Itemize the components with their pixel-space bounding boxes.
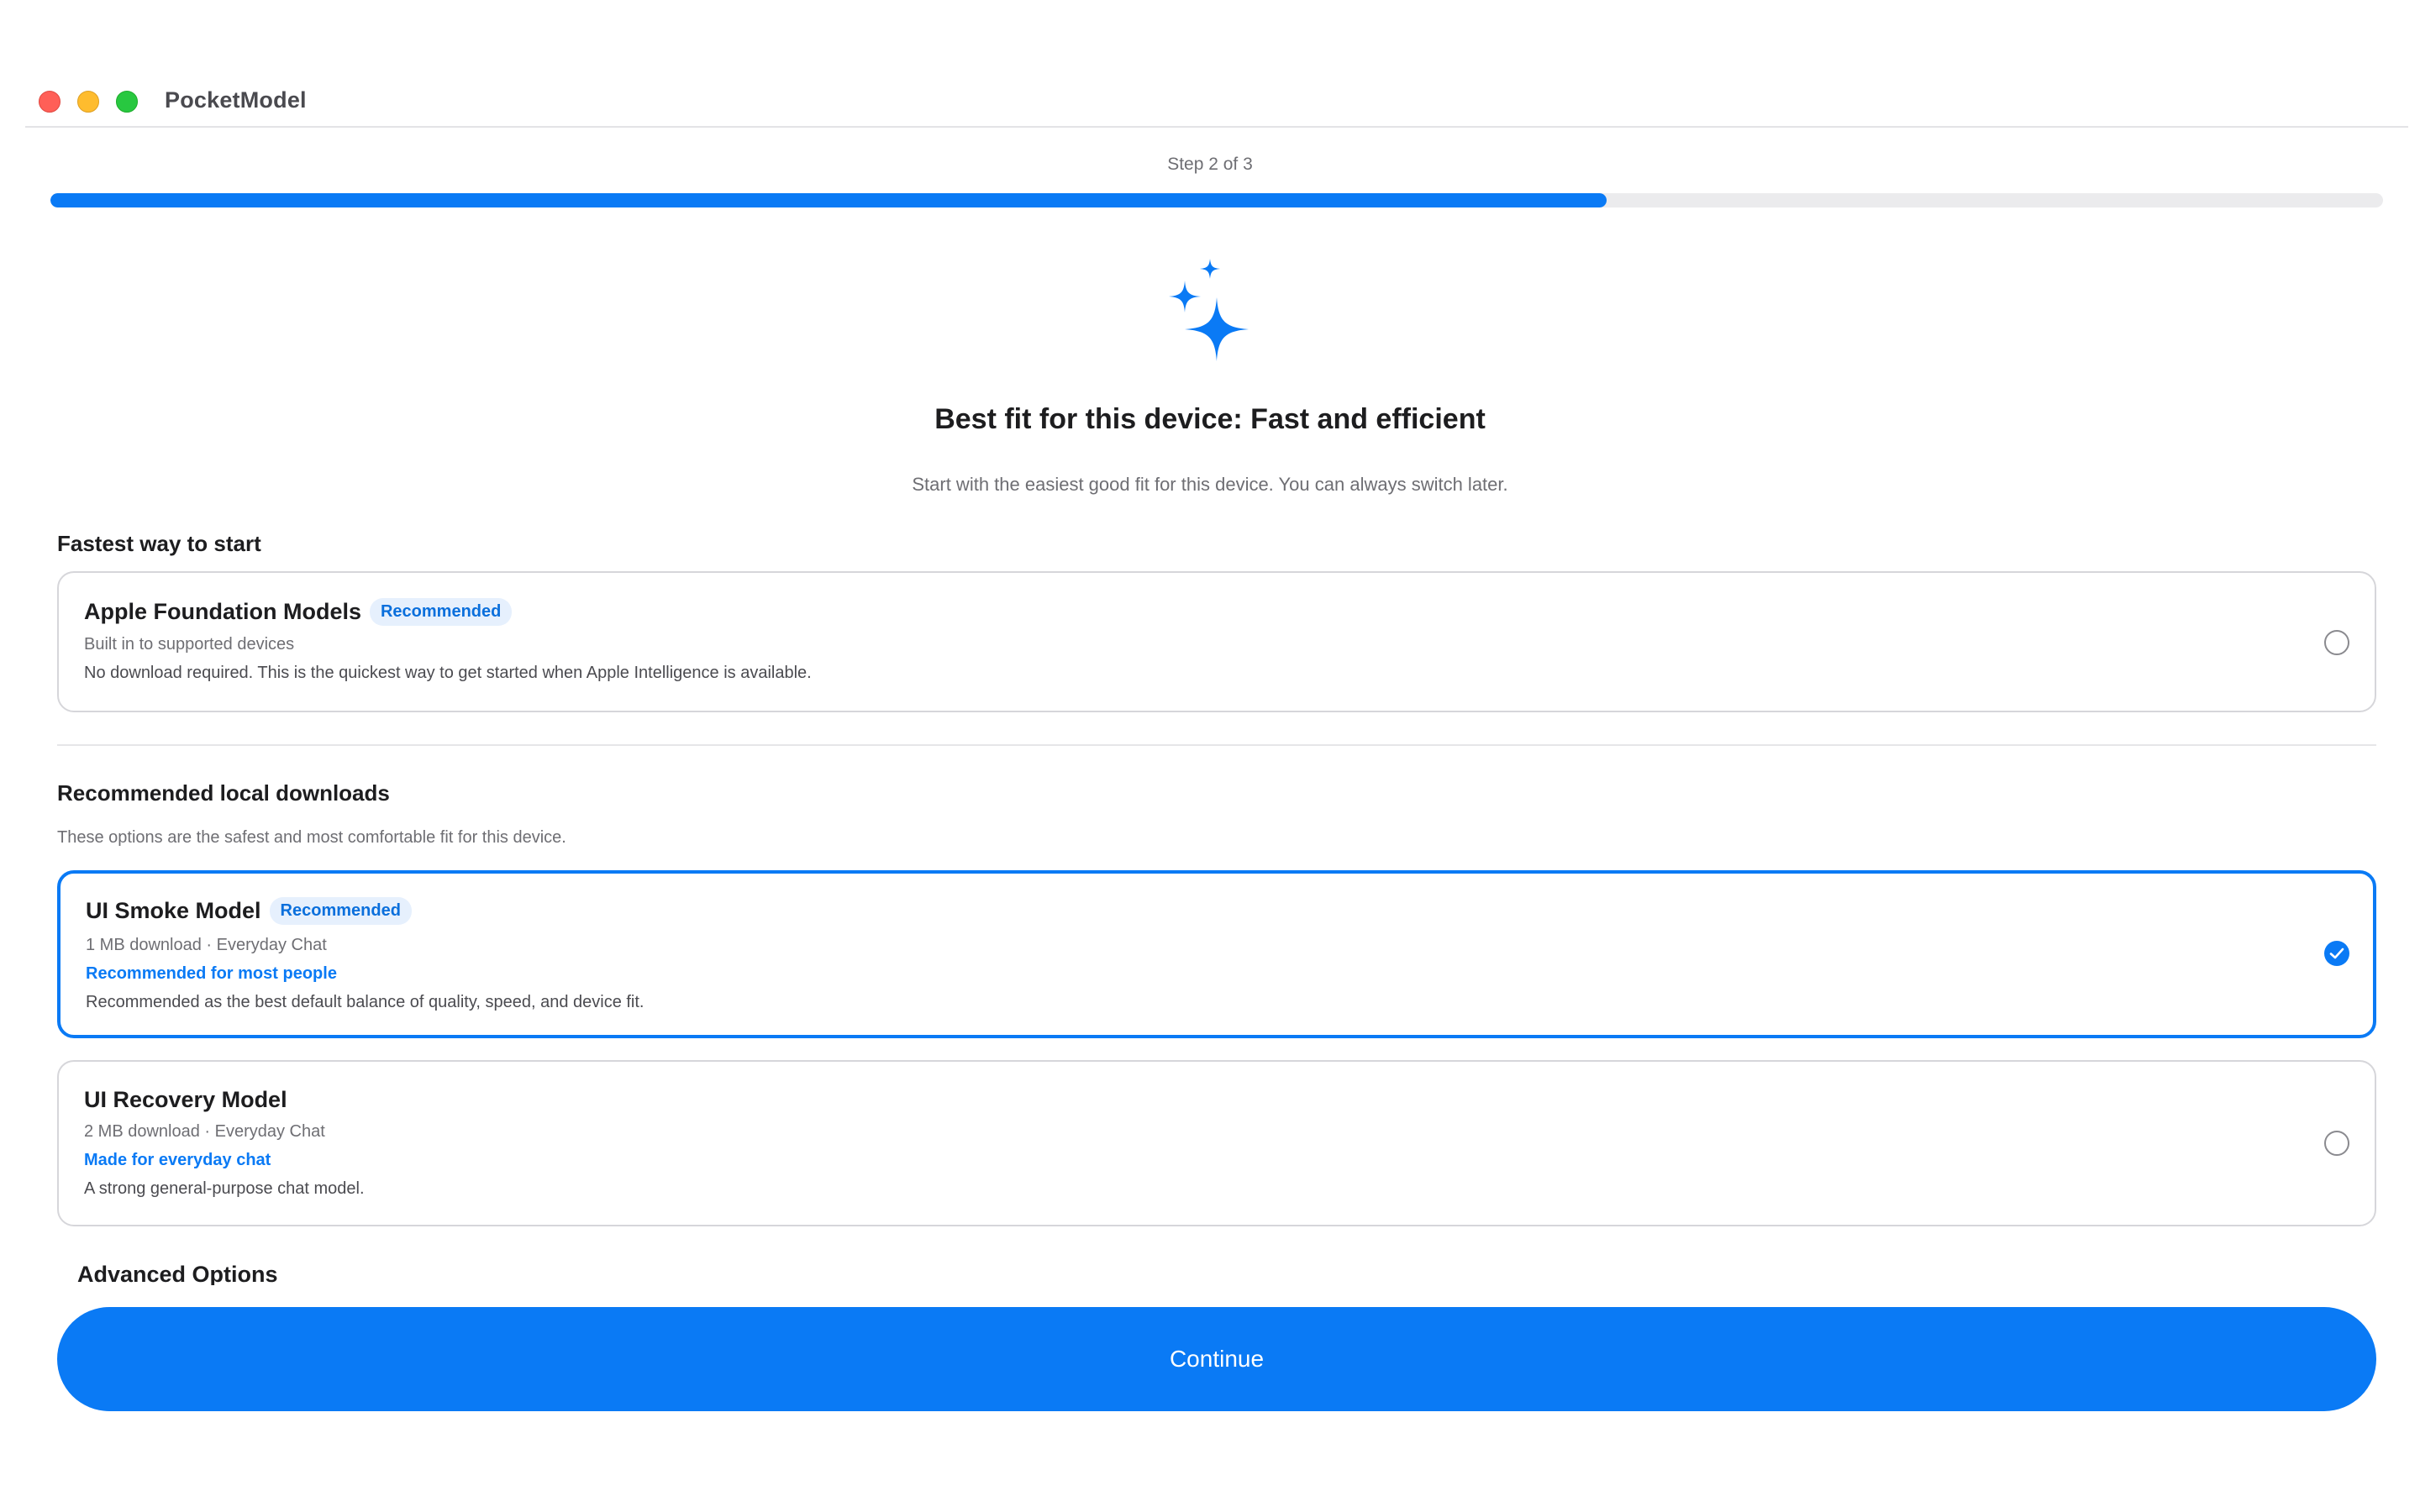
option-description: A strong general-purpose chat model. [84, 1179, 365, 1198]
option-highlight: Recommended for most people [86, 964, 337, 983]
step-indicator: Step 2 of 3 [1167, 155, 1253, 174]
title-bar: PocketModel [25, 74, 2408, 128]
progress-bar-fill [50, 193, 1607, 207]
option-highlight: Made for everyday chat [84, 1151, 271, 1169]
option-description: No download required. This is the quicke… [84, 664, 812, 682]
option-meta: 1 MB download · Everyday Chat [86, 936, 327, 954]
progress-bar [50, 193, 2383, 207]
option-meta: 2 MB download · Everyday Chat [84, 1122, 325, 1141]
app-window: PocketModel Step 2 of 3 Best fit for thi… [0, 0, 2420, 1512]
window-title: PocketModel [165, 87, 307, 113]
zoom-window-button[interactable] [116, 91, 138, 113]
section-title-fastest: Fastest way to start [57, 531, 261, 556]
advanced-options-toggle[interactable]: Advanced Options [77, 1262, 278, 1285]
continue-button[interactable]: Continue [57, 1307, 2376, 1411]
radio-button[interactable] [2324, 1131, 2349, 1156]
option-name: UI Recovery Model [84, 1087, 287, 1112]
recommended-badge: Recommended [369, 598, 513, 626]
option-card-ui-recovery-model[interactable]: UI Recovery Model 2 MB download · Everyd… [57, 1060, 2376, 1226]
checkmark-icon [2329, 948, 2344, 959]
page-subtitle: Start with the easiest good fit for this… [912, 474, 1508, 495]
option-title: UI Smoke Model Recommended [86, 897, 412, 925]
radio-button-selected[interactable] [2324, 941, 2349, 966]
option-subtitle: Built in to supported devices [84, 635, 295, 654]
option-card-apple-foundation-models[interactable]: Apple Foundation Models Recommended Built… [57, 571, 2376, 712]
close-window-button[interactable] [39, 91, 60, 113]
page-headline: Best fit for this device: Fast and effic… [934, 403, 1486, 435]
option-card-ui-smoke-model[interactable]: UI Smoke Model Recommended 1 MB download … [57, 870, 2376, 1038]
option-title: UI Recovery Model [84, 1087, 287, 1113]
recommended-badge: Recommended [269, 897, 412, 925]
option-description: Recommended as the best default balance … [86, 993, 644, 1011]
radio-button[interactable] [2324, 630, 2349, 655]
section-subtitle-downloads: These options are the safest and most co… [57, 828, 566, 847]
option-title: Apple Foundation Models Recommended [84, 598, 513, 626]
section-divider [57, 744, 2376, 746]
section-title-downloads: Recommended local downloads [57, 780, 390, 806]
option-name: Apple Foundation Models [84, 599, 361, 624]
option-name: UI Smoke Model [86, 898, 261, 923]
sparkles-icon [1169, 259, 1249, 361]
minimize-window-button[interactable] [77, 91, 99, 113]
